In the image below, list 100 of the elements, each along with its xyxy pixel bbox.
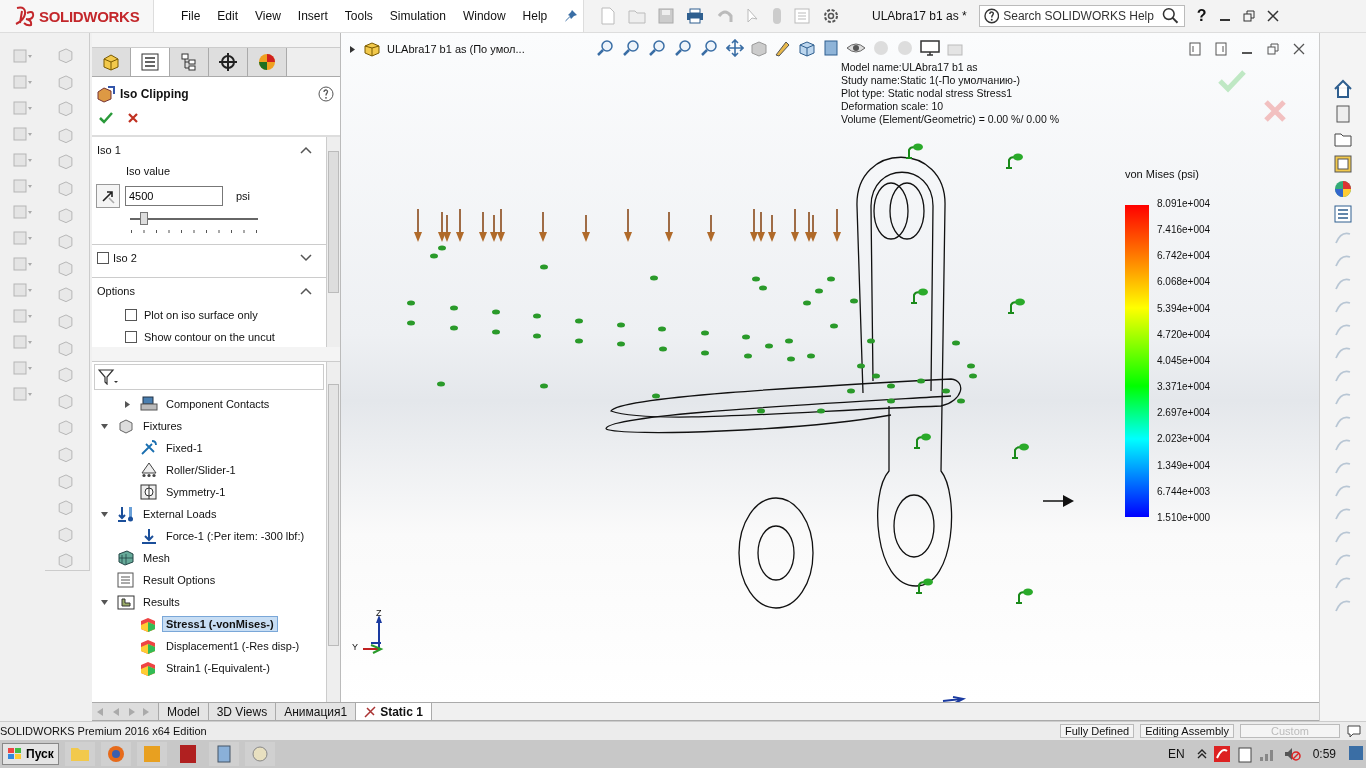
pencil-icon[interactable] [774,39,792,57]
box-icon[interactable] [822,39,840,57]
pan-icon[interactable] [726,39,744,57]
clipboard-icon[interactable] [1236,745,1253,763]
toolbar-icon[interactable] [11,385,34,403]
parts-library-icon[interactable] [1333,104,1353,124]
monitor-icon[interactable] [920,39,940,57]
expand-caret-icon[interactable] [100,597,109,607]
zoom-icon[interactable] [596,39,616,57]
search-field[interactable]: Search SOLIDWORKS Help [978,5,1185,27]
start-button[interactable]: Пуск [2,743,59,765]
home-icon[interactable] [1333,79,1353,99]
view-tab[interactable]: Model [159,703,209,720]
status-field[interactable]: Editing Assembly [1140,724,1234,738]
toolbar-icon[interactable] [11,359,34,377]
zoom-icon[interactable] [674,39,694,57]
tree-item[interactable]: Stress1 (-vonMises-) [162,616,278,632]
collapse-icon[interactable] [300,146,312,154]
toolbar-icon[interactable] [11,203,34,221]
toolbar-icon[interactable] [11,333,34,351]
toolbar-icon[interactable] [11,255,34,273]
toolbar-icon[interactable] [11,281,34,299]
sphere-icon[interactable] [872,39,890,57]
tree-item[interactable]: Strain1 (-Equivalent-) [162,660,274,676]
toolbar-icon[interactable] [11,47,34,65]
close-icon[interactable] [1293,43,1305,55]
tree-item[interactable]: Mesh [139,550,174,566]
chat-icon[interactable] [1346,724,1362,738]
view-tab[interactable]: Анимация1 [276,703,357,720]
panel-tab[interactable] [131,48,170,76]
panel-handle[interactable] [92,33,340,48]
scrollbar[interactable] [326,362,340,702]
undo-icon[interactable] [716,8,734,24]
checkbox[interactable] [125,331,137,343]
sphere-icon[interactable] [896,39,914,57]
app-icon[interactable] [136,742,167,766]
browser-icon[interactable] [100,742,131,766]
reverse-direction-button[interactable] [96,184,120,208]
expand-caret-icon[interactable] [123,399,132,409]
calculator-icon[interactable] [208,742,239,766]
confirm-check-icon[interactable] [1218,69,1246,93]
status-field[interactable]: Fully Defined [1060,724,1135,738]
tray-expand-icon[interactable] [1196,748,1207,760]
tree-item[interactable]: Fixed-1 [162,440,207,456]
slider-thumb[interactable] [140,212,149,225]
tree-item[interactable]: Roller/Slider-1 [162,462,240,478]
expand-caret-icon[interactable] [349,44,357,54]
paint-icon[interactable] [244,742,275,766]
toolbar-icon[interactable] [11,73,34,91]
toolbar-icon[interactable] [11,229,34,247]
split-right-icon[interactable] [1215,42,1227,56]
iso-value-field[interactable]: 4500 [125,186,223,206]
tree-item[interactable]: External Loads [139,506,221,522]
tree-item[interactable]: Force-1 (:Per item: -300 lbf:) [162,528,309,544]
panel-handle[interactable] [92,347,340,362]
folder-icon[interactable] [628,8,646,24]
search-icon[interactable] [1162,7,1180,25]
ok-icon[interactable] [99,111,113,125]
toolbar-icon[interactable] [11,125,34,143]
menu-item[interactable]: File [181,9,201,23]
view-tab[interactable]: 3D Views [208,703,277,720]
pointer-icon[interactable] [746,8,760,24]
antivirus-icon[interactable] [1212,745,1231,763]
split-left-icon[interactable] [1189,42,1201,56]
checkbox[interactable] [97,252,109,264]
muted-speaker-icon[interactable] [1282,746,1301,762]
menu-item[interactable]: Insert [297,9,328,23]
menu-item[interactable]: Edit [217,9,239,23]
help-button[interactable]: ? [1196,7,1207,25]
close-icon[interactable] [1266,10,1279,22]
tree-item[interactable]: Symmetry-1 [162,484,230,500]
panel-tab[interactable] [209,48,248,76]
zoom-icon[interactable] [622,39,642,57]
tab-scroll-buttons[interactable] [92,703,159,720]
save-icon[interactable] [658,8,674,24]
tree-item[interactable]: Component Contacts [162,396,274,412]
tree-item[interactable]: Results [139,594,184,610]
expand-caret-icon[interactable] [100,421,109,431]
settings-icon[interactable] [822,7,840,25]
color-wheel-icon[interactable] [1333,179,1353,199]
checkbox[interactable] [125,309,137,321]
toolbar-icon[interactable] [11,99,34,117]
expand-caret-icon[interactable] [100,509,109,519]
toolbar-icon[interactable] [11,177,34,195]
menu-item[interactable]: Simulation [389,9,446,23]
toolbar-icon[interactable] [11,151,34,169]
expand-icon[interactable] [300,254,312,262]
new-document-icon[interactable] [600,7,616,25]
printer-icon[interactable] [686,8,704,24]
cancel-icon[interactable] [127,112,139,124]
view-palette-icon[interactable] [1333,154,1353,174]
toolbar-icon[interactable] [11,307,34,325]
tree-item[interactable]: Fixtures [139,418,187,434]
menu-item[interactable]: Help [522,9,548,23]
filter-field[interactable] [94,364,324,390]
restore-icon[interactable] [1242,10,1255,22]
cube-icon[interactable] [798,39,816,57]
menu-item[interactable]: Window [462,9,506,23]
properties-icon[interactable] [1333,204,1353,224]
collapse-icon[interactable] [300,287,312,295]
